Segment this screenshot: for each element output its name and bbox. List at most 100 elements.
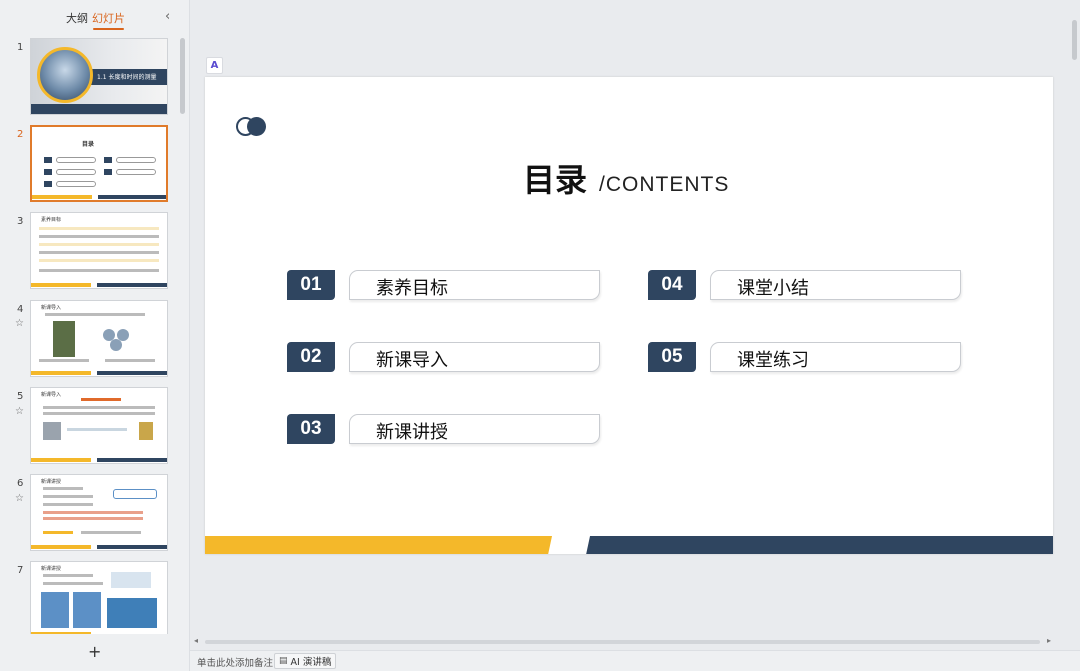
toc-number: 02 bbox=[287, 342, 335, 372]
slide-thumbnail-6[interactable]: 新课讲授 bbox=[30, 474, 168, 551]
mini-circ bbox=[110, 339, 122, 351]
ai-speech-label: AI 演讲稿 bbox=[290, 657, 332, 668]
slide-thumbnail-5[interactable]: 新课导入 bbox=[30, 387, 168, 464]
star-icon[interactable]: ☆ bbox=[15, 318, 24, 329]
slide-thumbnail-7[interactable]: 新课讲授 bbox=[30, 561, 168, 634]
thumbnail-scrollbar[interactable] bbox=[180, 38, 185, 114]
mini-num bbox=[44, 169, 52, 175]
thumb-number: 3 bbox=[17, 216, 24, 227]
toc-label-box: 课堂小结 bbox=[710, 270, 961, 300]
mini-line bbox=[67, 428, 127, 431]
mini-line bbox=[39, 259, 159, 262]
slide-canvas[interactable]: 目录/CONTENTS 01 素养目标 02 新课导入 03 新课讲授 04 课… bbox=[205, 77, 1053, 554]
ai-speech-button[interactable]: ▤ AI 演讲稿 bbox=[274, 653, 337, 669]
mini-img bbox=[43, 422, 61, 440]
mini-yellow bbox=[31, 371, 91, 375]
mini-img bbox=[139, 422, 153, 440]
mini-img bbox=[53, 321, 75, 357]
thumb-number: 6 bbox=[17, 478, 24, 489]
mini-line bbox=[39, 227, 159, 230]
mini-dark bbox=[97, 371, 167, 375]
mini-yellow bbox=[31, 458, 91, 462]
toc-label-box: 素养目标 bbox=[349, 270, 600, 300]
mini-line bbox=[43, 582, 103, 585]
thumb-title: 目录 bbox=[82, 141, 95, 148]
toc-number: 04 bbox=[648, 270, 696, 300]
mini-box bbox=[113, 489, 157, 499]
mini-box bbox=[116, 157, 156, 163]
slide-thumbnail-3[interactable]: 素养目标 bbox=[30, 212, 168, 289]
mini-line bbox=[43, 531, 73, 534]
mini-line bbox=[39, 359, 89, 362]
main-scrollbar[interactable] bbox=[1072, 20, 1077, 60]
toc-label: 课堂练习 bbox=[737, 350, 809, 371]
toc-label-box: 新课讲授 bbox=[349, 414, 600, 444]
slide-thumbnail-1[interactable]: 1.1 长度和时间的测量 bbox=[30, 38, 168, 115]
thumbnail-list: 1 1.1 长度和时间的测量 2 目录 3 素养目标 4 ☆ 新课导入 5 ☆ … bbox=[0, 38, 184, 634]
toc-label-box: 新课导入 bbox=[349, 342, 600, 372]
thumb-number: 4 bbox=[17, 304, 24, 315]
toggle-dot bbox=[247, 117, 266, 136]
ai-assistant-icon[interactable]: A bbox=[206, 57, 223, 74]
document-icon: ▤ bbox=[279, 656, 288, 666]
mini-dark bbox=[97, 545, 167, 549]
mini-line bbox=[81, 531, 141, 534]
toc-item-2[interactable]: 02 新课导入 bbox=[287, 342, 602, 372]
panel-tabs: 大纲 幻灯片 ‹ bbox=[0, 8, 190, 30]
mini-line bbox=[81, 398, 121, 401]
mini-yellow bbox=[31, 632, 91, 634]
collapse-panel-icon[interactable]: ‹ bbox=[165, 9, 170, 24]
mini-line bbox=[43, 495, 93, 498]
thumb-title: 素养目标 bbox=[41, 217, 62, 223]
active-tab-indicator bbox=[93, 28, 124, 30]
mini-line bbox=[105, 359, 155, 362]
mini-num bbox=[104, 157, 112, 163]
toc-label: 课堂小结 bbox=[737, 278, 809, 299]
notes-placeholder[interactable]: 单击此处添加备注 bbox=[197, 655, 273, 669]
toc-number: 05 bbox=[648, 342, 696, 372]
slide-title[interactable]: 目录/CONTENTS bbox=[523, 155, 729, 201]
tab-slides-label: 幻灯片 bbox=[92, 12, 125, 25]
star-icon[interactable]: ☆ bbox=[15, 493, 24, 504]
add-slide-button[interactable]: + bbox=[88, 642, 101, 661]
toggle-decoration-icon bbox=[236, 117, 266, 136]
mini-line bbox=[43, 574, 93, 577]
toc-label: 新课讲授 bbox=[376, 422, 448, 443]
toc-item-4[interactable]: 04 课堂小结 bbox=[648, 270, 963, 300]
mini-yellow bbox=[31, 545, 91, 549]
scroll-left-icon[interactable]: ◂ bbox=[194, 636, 198, 645]
slide-thumbnail-4[interactable]: 新课导入 bbox=[30, 300, 168, 377]
tab-outline[interactable]: 大纲 bbox=[66, 10, 88, 26]
mini-line bbox=[43, 503, 93, 506]
scroll-right-icon[interactable]: ▸ bbox=[1047, 636, 1051, 645]
mini-num bbox=[104, 169, 112, 175]
footer-bar-navy bbox=[585, 536, 1053, 554]
slides-panel: 大纲 幻灯片 ‹ 1 1.1 长度和时间的测量 2 目录 3 素养目标 4 ☆ … bbox=[0, 0, 190, 671]
toc-item-3[interactable]: 03 新课讲授 bbox=[287, 414, 602, 444]
mini-box bbox=[56, 181, 96, 187]
thumb-number: 1 bbox=[17, 42, 24, 53]
mini-yellow bbox=[31, 283, 91, 287]
mini-line bbox=[39, 243, 159, 246]
mini-num bbox=[44, 157, 52, 163]
toc-item-5[interactable]: 05 课堂练习 bbox=[648, 342, 963, 372]
tab-slides[interactable]: 幻灯片 bbox=[92, 10, 125, 30]
thumb-title: 1.1 长度和时间的测量 bbox=[97, 74, 157, 81]
mini-box bbox=[56, 157, 96, 163]
mini-box bbox=[56, 169, 96, 175]
toc-label-box: 课堂练习 bbox=[710, 342, 961, 372]
slide-thumbnail-2[interactable]: 目录 bbox=[30, 125, 168, 202]
thumb-mountain-image bbox=[37, 47, 93, 103]
star-icon[interactable]: ☆ bbox=[15, 406, 24, 417]
mini-line bbox=[43, 517, 143, 520]
thumb-bottom-band bbox=[31, 104, 167, 114]
mini-line bbox=[39, 251, 159, 254]
mini-dark bbox=[97, 458, 167, 462]
toc-item-1[interactable]: 01 素养目标 bbox=[287, 270, 602, 300]
notes-bar: 单击此处添加备注 ▤ AI 演讲稿 bbox=[190, 650, 1080, 671]
mini-line bbox=[43, 487, 83, 490]
mini-yellow bbox=[32, 195, 92, 199]
mini-line bbox=[39, 235, 159, 238]
toc-number: 01 bbox=[287, 270, 335, 300]
horizontal-scrollbar[interactable] bbox=[205, 640, 1040, 644]
